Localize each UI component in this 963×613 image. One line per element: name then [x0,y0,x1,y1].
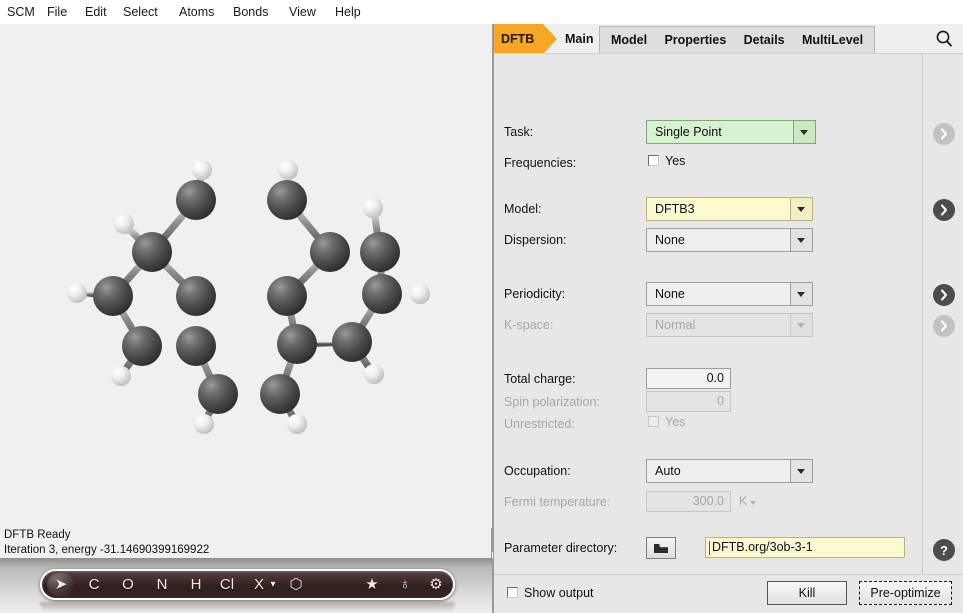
dftb-settings-panel: DFTB Main Model Properties Details Multi… [493,24,963,613]
spin-polarization-value: 0 [717,392,724,411]
status-area: DFTB Ready Iteration 3, energy -31.14690… [0,528,492,558]
kspace-select: Normal [646,313,813,337]
atom-toolbar-area: ➤ C O N H Cl X ▾ ⬡ ★ ♁ ⚙ [0,558,493,613]
unrestricted-checkbox-label: Yes [665,415,685,430]
model-detail-button[interactable] [933,199,955,221]
benzene-ring-tool[interactable]: ⬡ [284,571,308,598]
select-arrow-icon[interactable]: ➤ [49,571,73,598]
parameter-directory-input[interactable]: DFTB.org/3ob-3-1 [705,537,905,558]
periodicity-value: None [655,283,685,305]
menu-item-scm[interactable]: SCM [2,0,40,24]
panel-footer: Show output Kill Pre-optimize [493,574,963,613]
favorite-star-icon[interactable]: ★ [360,571,384,598]
spin-polarization-input: 0 [646,391,731,412]
tab-model[interactable]: Model [604,27,654,53]
occupation-label: Occupation: [504,463,571,479]
molecule-viewport[interactable] [0,24,493,552]
status-line-energy: Iteration 3, energy -31.14690399169922 [4,543,491,558]
menu-item-file[interactable]: File [42,0,72,24]
model-select[interactable]: DFTB3 [646,197,813,221]
hydrogen-tool[interactable]: H [184,571,208,598]
status-line-ready: DFTB Ready [4,528,491,543]
ams-dftb-window: SCM File Edit Select Atoms Bonds View He… [0,0,963,613]
task-detail-button [933,123,955,145]
menu-item-help[interactable]: Help [330,0,366,24]
menu-item-bonds[interactable]: Bonds [228,0,273,24]
lollipop-icon[interactable]: ♁ [394,571,416,598]
show-output-label: Show output [524,586,594,601]
atom-toolbar: ➤ C O N H Cl X ▾ ⬡ ★ ♁ ⚙ [40,569,455,600]
chevron-down-icon[interactable] [790,229,812,251]
dispersion-select[interactable]: None [646,228,813,252]
fermi-temperature-input: 300.0 [646,491,731,512]
kspace-detail-button [933,315,955,337]
chevron-down-icon[interactable] [790,198,812,220]
oxygen-tool[interactable]: O [116,571,140,598]
tab-details[interactable]: Details [737,27,792,53]
periodicity-select[interactable]: None [646,282,813,306]
kspace-value: Normal [655,314,695,336]
menu-item-view[interactable]: View [284,0,321,24]
fermi-temperature-label: Fermi temperature: [504,494,610,510]
tab-group: Model Properties Details MultiLevel [599,26,875,54]
tab-main[interactable]: Main [555,24,603,54]
fermi-temperature-value: 300.0 [693,492,724,511]
parameter-directory-value: DFTB.org/3ob-3-1 [712,538,813,557]
toolbar-reflection [40,602,455,613]
menu-item-select[interactable]: Select [118,0,163,24]
menu-item-edit[interactable]: Edit [80,0,112,24]
menu-item-atoms[interactable]: Atoms [174,0,219,24]
folder-icon[interactable] [646,537,676,559]
chevron-down-icon[interactable]: ▾ [266,571,280,598]
total-charge-label: Total charge: [504,371,576,387]
nitrogen-tool[interactable]: N [150,571,174,598]
checkbox-box[interactable] [507,587,518,598]
tab-properties[interactable]: Properties [657,27,733,53]
kspace-label: K-space: [504,317,553,333]
kill-button[interactable]: Kill [767,581,847,605]
chevron-down-icon[interactable] [793,121,815,143]
dispersion-label: Dispersion: [504,232,567,248]
periodicity-detail-button[interactable] [933,284,955,306]
settings-gear-icon[interactable]: ⚙ [424,571,448,598]
frequencies-label: Frequencies: [504,155,576,171]
dispersion-value: None [655,229,685,251]
chevron-down-icon[interactable] [790,460,812,482]
unrestricted-label: Unrestricted: [504,416,575,432]
periodicity-label: Periodicity: [504,286,565,302]
occupation-value: Auto [655,460,681,482]
tab-strip: DFTB Main Model Properties Details Multi… [493,24,963,54]
task-value: Single Point [655,121,722,143]
occupation-select[interactable]: Auto [646,459,813,483]
total-charge-value: 0.0 [707,369,724,388]
fermi-temperature-unit[interactable]: K [739,494,747,508]
carbon-tool[interactable]: C [82,571,106,598]
parameter-directory-label: Parameter directory: [504,540,617,556]
menu-bar: SCM File Edit Select Atoms Bonds View He… [0,0,963,24]
chlorine-tool[interactable]: Cl [214,571,240,598]
total-charge-input[interactable]: 0.0 [646,368,731,389]
tab-multilevel[interactable]: MultiLevel [795,27,870,53]
frequencies-checkbox-label: Yes [665,154,685,169]
svg-text:?: ? [940,543,948,558]
checkbox-box [648,416,659,427]
model-value: DFTB3 [655,198,695,220]
spin-polarization-label: Spin polarization: [504,394,600,410]
checkbox-box[interactable] [648,155,659,166]
settings-form: Task: Single Point Frequencies: Yes Mode… [493,54,963,554]
molecule-render-pyrene [0,24,492,524]
search-icon[interactable] [933,28,957,50]
chevron-down-icon[interactable] [790,283,812,305]
pre-optimize-button[interactable]: Pre-optimize [859,581,952,605]
model-label: Model: [504,201,542,217]
task-label: Task: [504,124,533,140]
chevron-down-icon [790,314,812,336]
task-select[interactable]: Single Point [646,120,816,144]
tab-dftb[interactable]: DFTB [493,24,543,54]
help-icon[interactable]: ? [933,539,955,561]
